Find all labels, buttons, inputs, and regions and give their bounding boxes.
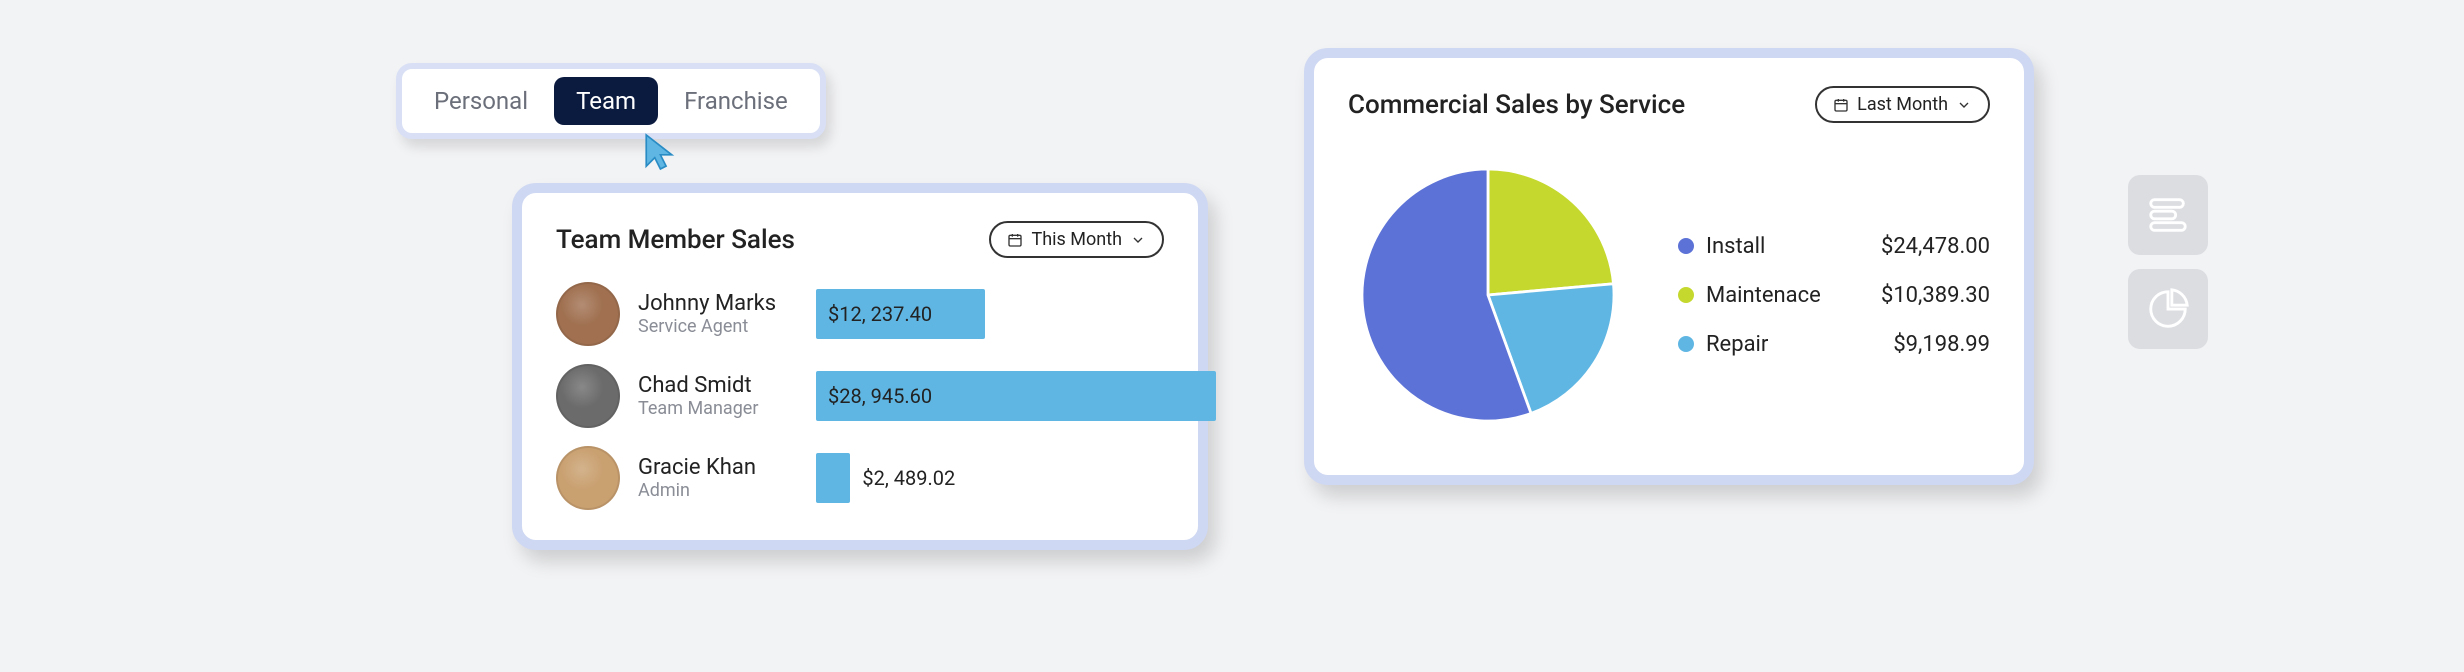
pie-chart-button[interactable] <box>2128 269 2208 349</box>
member-row: Johnny Marks Service Agent $12, 237.40 <box>522 276 1198 358</box>
legend-name: Maintenace <box>1706 283 1821 308</box>
chevron-down-icon <box>1956 97 1972 113</box>
member-name: Chad Smidt <box>638 373 798 398</box>
sales-bar: $28, 945.60 <box>816 371 1216 421</box>
legend-value: $9,198.99 <box>1893 332 1990 357</box>
legend-name: Install <box>1706 234 1765 259</box>
sales-bar <box>816 453 850 503</box>
chart-type-toggle <box>2128 175 2208 349</box>
calendar-icon <box>1833 97 1849 113</box>
sales-bar: $12, 237.40 <box>816 289 985 339</box>
tab-personal[interactable]: Personal <box>412 77 550 125</box>
avatar <box>556 446 620 510</box>
pie-chart-icon <box>2145 286 2191 332</box>
legend-row: Install $24,478.00 <box>1678 234 1990 259</box>
period-label: This Month <box>1031 229 1122 250</box>
period-selector-last-month[interactable]: Last Month <box>1815 86 1990 123</box>
cursor-icon <box>642 132 676 172</box>
sales-value: $2, 489.02 <box>850 453 955 503</box>
commercial-sales-card: Commercial Sales by Service Last Month I… <box>1304 48 2034 485</box>
member-role: Team Manager <box>638 398 798 419</box>
avatar <box>556 364 620 428</box>
member-row: Gracie Khan Admin $2, 489.02 <box>522 440 1198 522</box>
legend-name: Repair <box>1706 332 1768 357</box>
member-name: Gracie Khan <box>638 455 798 480</box>
sales-bar-wrap: $28, 945.60 <box>816 371 1216 421</box>
legend-dot <box>1678 238 1694 254</box>
sales-bar-wrap: $2, 489.02 <box>816 453 1164 503</box>
chevron-down-icon <box>1130 232 1146 248</box>
legend-value: $24,478.00 <box>1881 234 1990 259</box>
tab-franchise[interactable]: Franchise <box>662 77 810 125</box>
bar-chart-button[interactable] <box>2128 175 2208 255</box>
legend-value: $10,389.30 <box>1881 283 1990 308</box>
tab-team[interactable]: Team <box>554 77 658 125</box>
view-tabs: Personal Team Franchise <box>396 63 826 139</box>
legend-dot <box>1678 287 1694 303</box>
legend-dot <box>1678 336 1694 352</box>
member-info: Chad Smidt Team Manager <box>638 373 798 419</box>
member-row: Chad Smidt Team Manager $28, 945.60 <box>522 358 1198 440</box>
calendar-icon <box>1007 232 1023 248</box>
avatar <box>556 282 620 346</box>
period-label: Last Month <box>1857 94 1948 115</box>
sales-bar-wrap: $12, 237.40 <box>816 289 1164 339</box>
card-title: Commercial Sales by Service <box>1348 90 1685 120</box>
legend-row: Maintenace $10,389.30 <box>1678 283 1990 308</box>
card-title: Team Member Sales <box>556 225 795 255</box>
member-name: Johnny Marks <box>638 291 798 316</box>
member-role: Service Agent <box>638 316 798 337</box>
member-role: Admin <box>638 480 798 501</box>
member-info: Johnny Marks Service Agent <box>638 291 798 337</box>
member-info: Gracie Khan Admin <box>638 455 798 501</box>
pie-slice <box>1488 169 1613 295</box>
team-member-sales-card: Team Member Sales This Month Johnny Mark… <box>512 183 1208 550</box>
period-selector-this-month[interactable]: This Month <box>989 221 1164 258</box>
legend-row: Repair $9,198.99 <box>1678 332 1990 357</box>
pie-chart <box>1348 155 1628 435</box>
bar-chart-icon <box>2145 192 2191 238</box>
